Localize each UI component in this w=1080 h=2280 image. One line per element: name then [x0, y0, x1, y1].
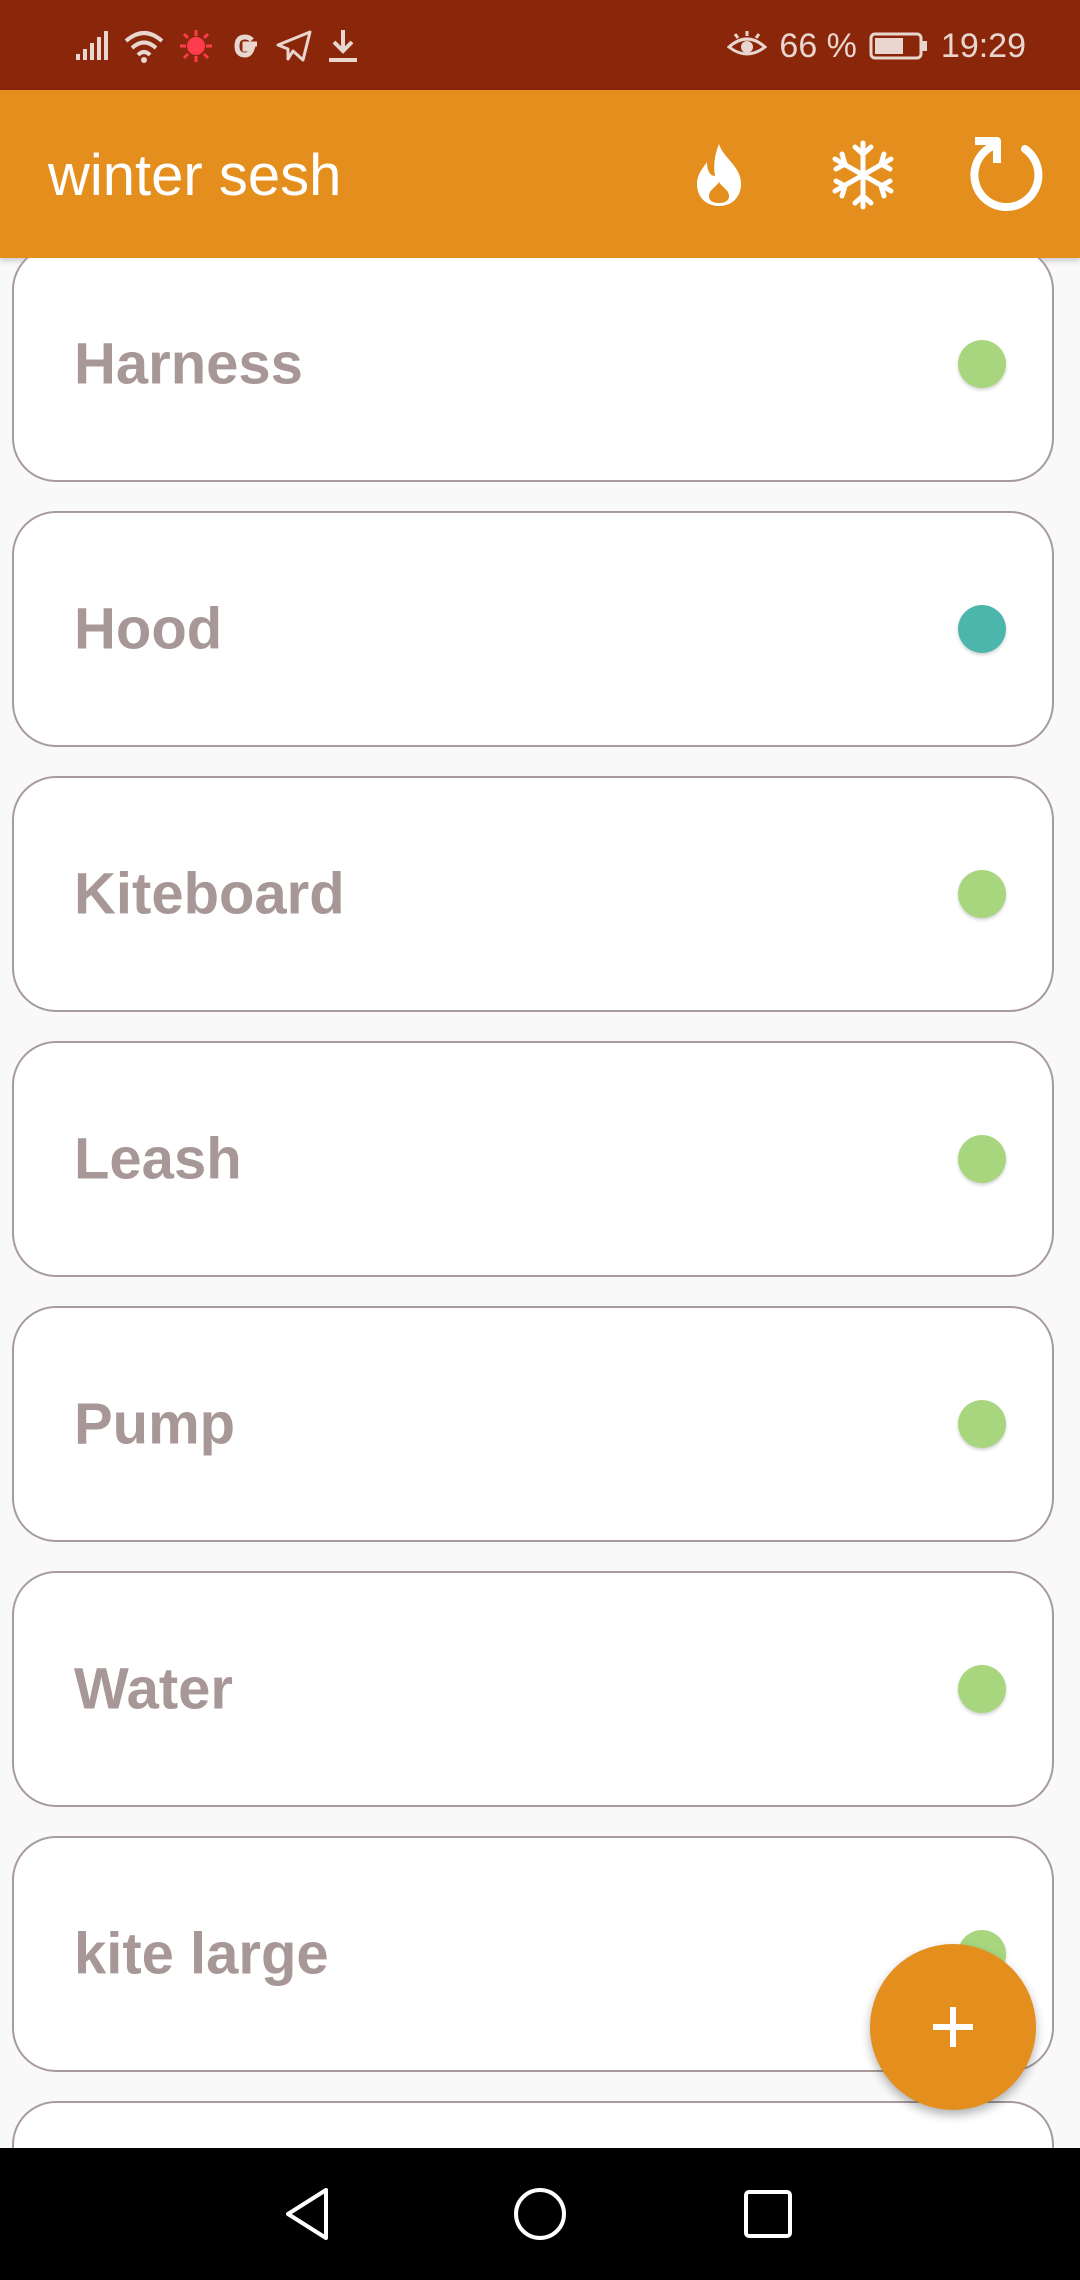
status-dot — [958, 340, 1006, 388]
list-item[interactable]: Water — [12, 1571, 1054, 1807]
plus-icon — [933, 2007, 973, 2047]
eye-comfort-icon — [727, 31, 768, 56]
google-icon — [234, 34, 257, 58]
refresh-button[interactable] — [962, 130, 1052, 220]
item-label: Kiteboard — [74, 861, 345, 927]
status-dot — [958, 1400, 1006, 1448]
snowflake-button[interactable] — [818, 130, 908, 220]
item-label: Hood — [74, 596, 223, 662]
system-nav-bar — [0, 2148, 1080, 2280]
status-dot — [958, 605, 1006, 653]
recents-icon[interactable] — [736, 2182, 800, 2246]
list-item[interactable]: Leash — [12, 1041, 1054, 1277]
refresh-icon — [970, 137, 1043, 211]
item-label: Pump — [74, 1391, 236, 1457]
list-item[interactable]: Kiteboard — [12, 776, 1054, 1012]
status-icons-right: 66 % 19:29 — [727, 24, 1026, 68]
status-dot — [958, 1665, 1006, 1713]
status-dot — [958, 870, 1006, 918]
snowflake-icon — [832, 140, 894, 210]
app-bar: winter sesh — [0, 90, 1080, 258]
list-item[interactable]: Hood — [12, 511, 1054, 747]
add-item-button[interactable] — [870, 1944, 1036, 2110]
back-icon[interactable] — [276, 2182, 340, 2246]
flame-button[interactable] — [674, 130, 764, 220]
flame-icon — [697, 144, 741, 206]
wifi-icon — [124, 31, 164, 63]
status-time: 19:29 — [940, 26, 1026, 65]
status-dot — [958, 1135, 1006, 1183]
signal-icon — [76, 31, 108, 60]
battery-percent: 66 % — [779, 26, 857, 65]
list-item[interactable] — [12, 2101, 1054, 2148]
status-bar: 66 % 19:29 — [0, 0, 1080, 90]
download-icon — [329, 30, 357, 62]
list-item[interactable]: Pump — [12, 1306, 1054, 1542]
home-icon[interactable] — [508, 2182, 572, 2246]
battery-icon — [869, 32, 927, 60]
item-list[interactable]: Harness Hood Kiteboard Leash Pump Water … — [0, 258, 1080, 2148]
item-label: Leash — [74, 1126, 242, 1192]
status-icons-left — [74, 24, 360, 68]
page-title: winter sesh — [48, 143, 342, 208]
telegram-icon — [276, 30, 312, 62]
item-label: Water — [74, 1656, 233, 1722]
item-label: Harness — [74, 331, 303, 397]
list-item[interactable]: Harness — [12, 258, 1054, 482]
virus-icon — [180, 30, 212, 62]
item-label: kite large — [74, 1921, 329, 1987]
